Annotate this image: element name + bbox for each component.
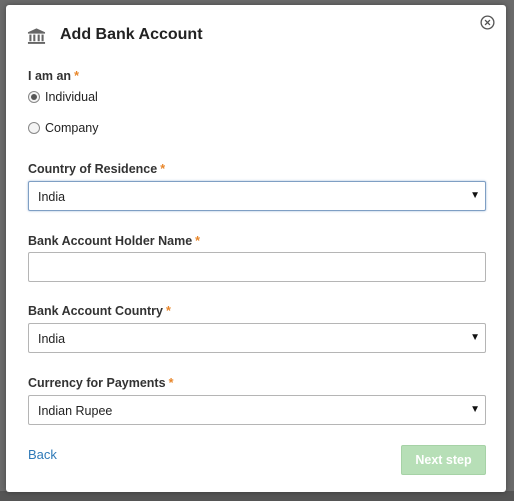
currency-value: Indian Rupee [38,404,113,418]
residence-country-label-text: Country of Residence [28,162,158,176]
required-mark: * [165,304,171,318]
entity-type-label: I am an * [28,69,79,83]
holder-name-input[interactable] [28,252,486,282]
bank-icon [27,28,46,44]
residence-country-select[interactable]: India ▼ [28,181,486,211]
radio-company-label: Company [45,121,99,135]
bank-country-label: Bank Account Country * [28,304,171,318]
required-mark: * [168,376,174,390]
dropdown-arrow-icon: ▼ [470,190,480,201]
dropdown-arrow-icon: ▼ [470,404,480,415]
radio-individual-label: Individual [45,90,98,104]
radio-company[interactable] [28,122,40,134]
bank-country-value: India [38,332,66,346]
required-mark: * [74,69,79,83]
holder-name-label: Bank Account Holder Name * [28,234,200,248]
add-bank-account-dialog: Add Bank Account I am an * Individual Com… [6,5,506,492]
dropdown-arrow-icon: ▼ [470,332,480,343]
radio-option-company[interactable]: Company [28,121,99,135]
radio-individual[interactable] [28,91,40,103]
residence-country-label: Country of Residence * [28,162,165,176]
residence-country-value: India [38,190,66,204]
entity-type-label-text: I am an [28,69,72,83]
required-mark: * [195,234,201,248]
close-icon[interactable] [480,15,495,30]
radio-option-individual[interactable]: Individual [28,90,98,104]
required-mark: * [160,162,166,176]
page-backdrop [0,491,514,501]
holder-name-label-text: Bank Account Holder Name [28,234,193,248]
currency-label: Currency for Payments * [28,376,173,390]
bank-country-label-text: Bank Account Country [28,304,163,318]
bank-country-select[interactable]: India ▼ [28,323,486,353]
currency-select[interactable]: Indian Rupee ▼ [28,395,486,425]
next-step-button[interactable]: Next step [401,445,486,475]
currency-label-text: Currency for Payments [28,376,166,390]
dialog-title: Add Bank Account [60,26,203,43]
back-link[interactable]: Back [28,447,57,462]
